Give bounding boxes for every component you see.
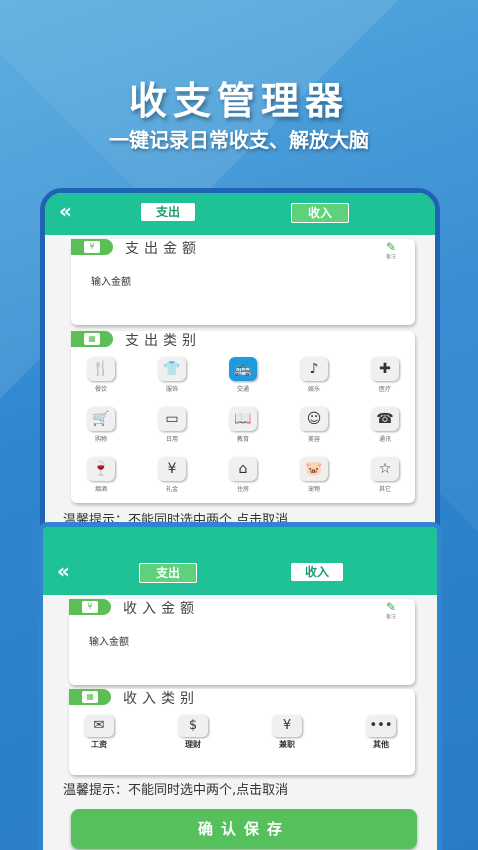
category-label: 娱乐 xyxy=(307,386,320,393)
category-label: 购物 xyxy=(94,436,107,443)
category-title: 收入类别 xyxy=(123,691,199,707)
note-label: 备注 xyxy=(385,254,396,260)
tab-expense[interactable]: 支出 xyxy=(141,203,195,221)
category-icon: ▦ xyxy=(71,331,113,347)
category-label: 其它 xyxy=(378,486,391,493)
category-card: ▦ 收入类别 ✉ 工资 $ 理财 ¥ 兼职 ••• 其他 xyxy=(69,689,415,775)
category-utensils[interactable]: 🍴 餐饮 xyxy=(71,357,131,393)
category-face[interactable]: ☺ 美容 xyxy=(284,407,344,443)
category-label: 美容 xyxy=(307,436,320,443)
category-label: 通讯 xyxy=(378,436,391,443)
shirt-icon: 👕 xyxy=(158,357,186,381)
category-star[interactable]: ☆ 其它 xyxy=(355,457,415,493)
category-pet[interactable]: 🐷 宠物 xyxy=(284,457,344,493)
tab-expense[interactable]: 支出 xyxy=(139,563,197,583)
category-wallet[interactable]: ✉ 工资 xyxy=(69,715,129,750)
category-label: 理财 xyxy=(185,740,201,749)
amount-card: ¥ 支出金额 ✎ 备注 输入金额 xyxy=(71,239,415,325)
edit-icon: ✎ xyxy=(385,600,397,614)
category-label: 其他 xyxy=(373,740,389,749)
tip-text: 温馨提示：不能同时选中两个,点击取消 xyxy=(63,783,289,798)
category-house[interactable]: ⌂ 住房 xyxy=(213,457,273,493)
bottle-icon: 🍷 xyxy=(87,457,115,481)
category-phone[interactable]: ☎ 通讯 xyxy=(355,407,415,443)
category-label: 日用 xyxy=(165,436,178,443)
back-icon[interactable]: « xyxy=(57,559,70,583)
edit-icon: ✎ xyxy=(385,240,397,254)
category-label: 交通 xyxy=(236,386,249,393)
category-label: 医疗 xyxy=(378,386,391,393)
category-shirt[interactable]: 👕 服饰 xyxy=(142,357,202,393)
back-icon[interactable]: « xyxy=(59,199,72,223)
more-icon: ••• xyxy=(366,715,396,737)
expense-screen: « 支出 收入 ¥ 支出金额 ✎ 备注 输入金额 ▦ 支出类别 🍴 餐饮 👕 服饰 🚌 交… xyxy=(40,188,440,548)
category-moneybag[interactable]: ¥ 礼金 xyxy=(142,457,202,493)
pet-icon: 🐷 xyxy=(300,457,328,481)
category-more[interactable]: ••• 其他 xyxy=(351,715,411,750)
tab-income[interactable]: 收入 xyxy=(291,563,343,581)
category-title: 支出类别 xyxy=(125,333,201,349)
wallet-icon: ¥ xyxy=(71,239,113,255)
category-moneybag[interactable]: ¥ 兼职 xyxy=(257,715,317,750)
utensils-icon: 🍴 xyxy=(87,357,115,381)
hand-money-icon: $ xyxy=(178,715,208,737)
amount-card: ¥ 收入金额 ✎ 备注 输入金额 xyxy=(69,599,415,685)
category-hand-money[interactable]: $ 理财 xyxy=(163,715,223,750)
moneybag-icon: ¥ xyxy=(272,715,302,737)
category-card: ▦ 支出类别 🍴 餐饮 👕 服饰 🚌 交通 ♪ 娱乐 ✚ 医疗 🛒 购物 ▭ 日用 📖 教育 ☺ 美容 ☎ 通讯 🍷 烟酒… xyxy=(71,331,415,503)
amount-title: 支出金额 xyxy=(125,241,201,257)
category-bus[interactable]: 🚌 交通 xyxy=(213,357,273,393)
note-button[interactable]: ✎ 备注 xyxy=(381,601,401,620)
amount-input[interactable]: 输入金额 xyxy=(91,273,131,288)
book-icon: 📖 xyxy=(229,407,257,431)
top-bar: « 支出 收入 xyxy=(43,527,437,595)
phone-icon: ☎ xyxy=(371,407,399,431)
hero-subtitle: 一键记录日常收支、解放大脑 xyxy=(109,128,369,152)
income-screen: « 支出 收入 ¥ 收入金额 ✎ 备注 输入金额 ▦ 收入类别 ✉ 工资 $ 理财 ¥ 兼… xyxy=(38,522,442,850)
wallet-icon: ¥ xyxy=(69,599,111,615)
music-icon: ♪ xyxy=(300,357,328,381)
tab-income[interactable]: 收入 xyxy=(291,203,349,223)
category-label: 住房 xyxy=(236,486,249,493)
category-icon: ▦ xyxy=(69,689,111,705)
wallet-icon: ✉ xyxy=(84,715,114,737)
category-bottle[interactable]: 🍷 烟酒 xyxy=(71,457,131,493)
amount-title: 收入金额 xyxy=(123,601,199,617)
bus-icon: 🚌 xyxy=(229,357,257,381)
cart-icon: 🛒 xyxy=(87,407,115,431)
category-label: 兼职 xyxy=(279,740,295,749)
category-sofa[interactable]: ▭ 日用 xyxy=(142,407,202,443)
sofa-icon: ▭ xyxy=(158,407,186,431)
moneybag-icon: ¥ xyxy=(158,457,186,481)
note-label: 备注 xyxy=(385,614,396,620)
category-label: 餐饮 xyxy=(94,386,107,393)
face-icon: ☺ xyxy=(300,407,328,431)
category-music[interactable]: ♪ 娱乐 xyxy=(284,357,344,393)
star-icon: ☆ xyxy=(371,457,399,481)
category-book[interactable]: 📖 教育 xyxy=(213,407,273,443)
amount-input[interactable]: 输入金额 xyxy=(89,633,129,648)
category-cart[interactable]: 🛒 购物 xyxy=(71,407,131,443)
category-label: 烟酒 xyxy=(94,486,107,493)
confirm-save-button[interactable]: 确认保存 xyxy=(71,809,417,849)
note-button[interactable]: ✎ 备注 xyxy=(381,241,401,260)
category-label: 宠物 xyxy=(307,486,320,493)
medkit-icon: ✚ xyxy=(371,357,399,381)
category-label: 礼金 xyxy=(165,486,178,493)
house-icon: ⌂ xyxy=(229,457,257,481)
category-label: 服饰 xyxy=(165,386,178,393)
category-label: 工资 xyxy=(91,740,107,749)
top-bar: « 支出 收入 xyxy=(45,193,435,235)
category-label: 教育 xyxy=(236,436,249,443)
hero-title: 收支管理器 xyxy=(128,79,349,123)
category-medkit[interactable]: ✚ 医疗 xyxy=(355,357,415,393)
